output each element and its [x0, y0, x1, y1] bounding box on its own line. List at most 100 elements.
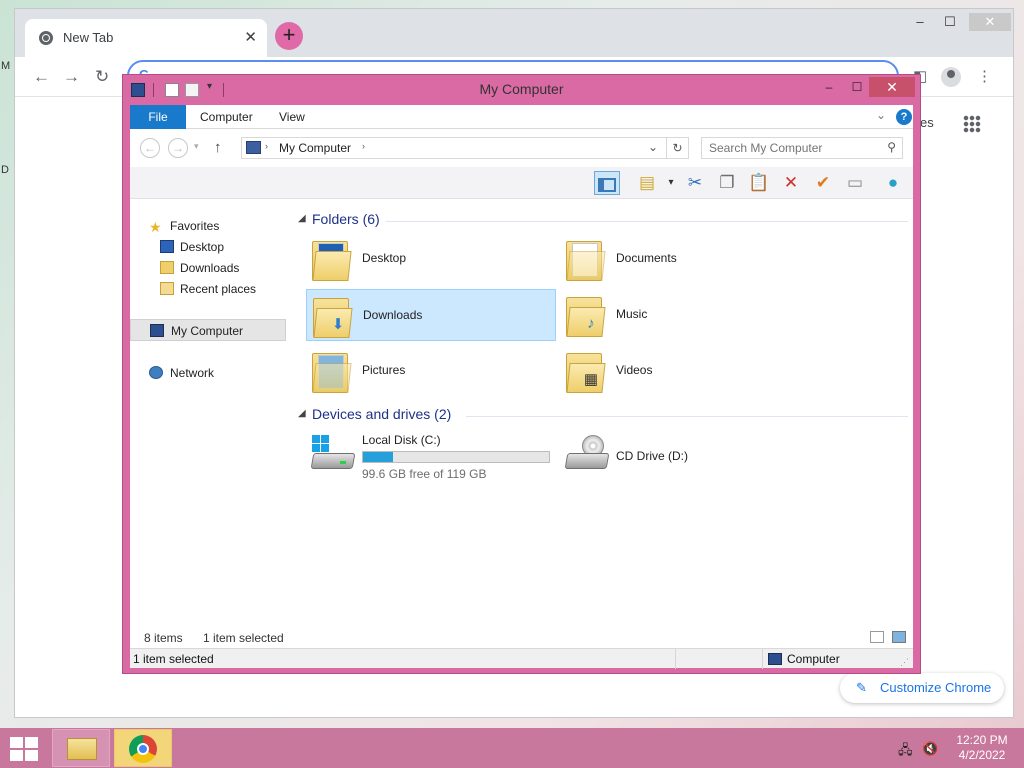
folder-name: Downloads	[363, 308, 423, 322]
folder-icon: ▦	[566, 351, 606, 395]
refresh-icon[interactable]: ↻	[666, 138, 688, 158]
chrome-close-button[interactable]: ✕	[969, 13, 1011, 31]
desktop-icon	[160, 240, 174, 253]
chrome-maximize-button[interactable]: ☐	[935, 13, 965, 31]
status-separator	[675, 649, 676, 669]
back-arrow-icon[interactable]: ←	[33, 67, 50, 87]
chevron-right-icon[interactable]: ›	[362, 141, 365, 151]
google-apps-icon[interactable]	[963, 115, 981, 133]
chevron-down-icon[interactable]: ⌄	[648, 140, 658, 154]
recent-locations-icon[interactable]: ▾	[194, 141, 199, 152]
recent-places-icon	[160, 282, 174, 295]
nav-favorite-desktop[interactable]: Desktop	[130, 236, 286, 258]
taskbar: 🖧 🔇 12:20 PM 4/2/2022	[0, 728, 1024, 768]
copy-icon[interactable]: ❐	[714, 171, 740, 195]
folder-tile-pictures[interactable]: Pictures	[306, 345, 556, 397]
folder-tile-documents[interactable]: Documents	[560, 233, 810, 285]
taskbar-clock[interactable]: 12:20 PM 4/2/2022	[950, 733, 1014, 763]
new-tab-button[interactable]: +	[275, 22, 303, 50]
globe-icon[interactable]: ●	[880, 171, 906, 195]
close-button[interactable]: ✕	[869, 77, 915, 97]
music-note-icon: ♪	[587, 315, 595, 332]
chrome-icon-center	[137, 743, 149, 755]
select-icon[interactable]: ▤	[634, 171, 660, 195]
collapse-triangle-icon[interactable]: ◢	[298, 213, 306, 224]
address-bar[interactable]: › My Computer › ⌄ ↻	[241, 137, 689, 159]
explorer-title-bar[interactable]: ▾ My Computer – ☐ ✕	[123, 75, 920, 104]
folder-tile-videos[interactable]: ▦ Videos	[560, 345, 810, 397]
customize-chrome-button[interactable]: ✎ Customize Chrome	[840, 673, 1004, 703]
drive-tile-local-disk-c[interactable]: Local Disk (C:) 99.6 GB free of 119 GB	[306, 429, 556, 481]
drive-name: Local Disk (C:)	[362, 433, 441, 447]
nav-favorites[interactable]: ★ Favorites	[130, 215, 286, 237]
group-divider	[466, 416, 908, 417]
nav-favorite-downloads[interactable]: Downloads	[130, 257, 286, 279]
windows-start-icon[interactable]	[8, 736, 40, 762]
search-input[interactable]	[702, 138, 872, 158]
folder-icon: ♪	[566, 295, 606, 339]
desktop-edge-text: M	[1, 60, 11, 72]
tab-computer[interactable]: Computer	[200, 105, 253, 129]
nav-my-computer[interactable]: My Computer	[130, 319, 286, 341]
computer-icon	[246, 141, 261, 154]
forward-arrow-icon[interactable]: →	[168, 138, 188, 158]
checkmark-icon[interactable]: ✔	[810, 171, 836, 195]
rename-icon[interactable]: ▭	[842, 171, 868, 195]
network-tray-icon[interactable]: 🖧	[898, 741, 913, 763]
group-header-folders[interactable]: ◢ Folders (6)	[296, 211, 908, 231]
details-view-icon[interactable]	[870, 631, 884, 643]
expand-ribbon-icon[interactable]: ⌄	[876, 108, 886, 122]
network-icon	[149, 366, 163, 379]
tab-file[interactable]: File	[130, 105, 186, 129]
minimize-button[interactable]: –	[817, 77, 841, 97]
nav-favorites-label: Favorites	[170, 219, 220, 233]
star-icon: ★	[149, 219, 162, 235]
maximize-button[interactable]: ☐	[845, 77, 869, 97]
large-icons-view-icon[interactable]	[892, 631, 906, 643]
download-arrow-icon: ⬇	[331, 316, 345, 333]
preview-pane-icon[interactable]	[594, 171, 620, 195]
taskbar-chrome-button[interactable]	[114, 729, 172, 767]
computer-icon	[150, 324, 164, 337]
cut-icon[interactable]: ✂	[682, 171, 708, 195]
command-toolbar: ▤ ▾ ✂ ❐ 📋 ✕ ✔ ▭ ●	[130, 167, 913, 199]
folder-icon	[312, 351, 352, 395]
help-icon[interactable]: ?	[896, 109, 912, 125]
volume-muted-icon[interactable]: 🔇	[922, 741, 938, 757]
folder-name: Music	[616, 307, 648, 321]
cd-drive-icon	[564, 435, 610, 475]
tab-view[interactable]: View	[279, 105, 305, 129]
folder-icon	[312, 239, 352, 283]
nav-network[interactable]: Network	[130, 362, 286, 384]
tab-close-icon[interactable]: ✕	[244, 28, 257, 46]
search-icon[interactable]: ⚲	[887, 140, 896, 154]
chrome-minimize-button[interactable]: –	[905, 13, 935, 31]
folder-tile-desktop[interactable]: Desktop	[306, 233, 556, 285]
explorer-window: ▾ My Computer – ☐ ✕ File Computer View ⌄…	[122, 74, 921, 674]
profile-avatar-icon[interactable]	[941, 67, 961, 87]
folder-name: Pictures	[362, 363, 406, 377]
up-arrow-icon[interactable]: ↑	[214, 139, 222, 156]
forward-arrow-icon[interactable]: →	[63, 67, 80, 87]
ntp-link-text[interactable]: es	[920, 115, 934, 130]
nav-favorite-recent-places[interactable]: Recent places	[130, 278, 286, 300]
paste-icon[interactable]: 📋	[746, 171, 772, 195]
group-header-drives[interactable]: ◢ Devices and drives (2)	[296, 406, 908, 426]
folder-icon: ⬇	[313, 296, 353, 340]
delete-icon[interactable]: ✕	[778, 171, 804, 195]
drive-tile-cd-drive-d[interactable]: CD Drive (D:)	[560, 429, 810, 481]
tab-new-tab[interactable]: New Tab ✕	[25, 19, 267, 57]
chevron-right-icon: ›	[265, 141, 268, 151]
back-arrow-icon[interactable]: ←	[140, 138, 160, 158]
nav-item-label: Desktop	[180, 240, 225, 254]
status-location-text: Computer	[787, 652, 840, 666]
resize-grip-icon[interactable]: ⋰	[900, 657, 909, 668]
reload-icon[interactable]: ↻	[95, 67, 109, 87]
menu-kebab-icon[interactable]: ⋮	[977, 67, 992, 85]
taskbar-file-explorer-button[interactable]	[52, 729, 110, 767]
folder-tile-downloads[interactable]: ⬇ Downloads	[306, 289, 556, 341]
collapse-triangle-icon[interactable]: ◢	[298, 408, 306, 419]
nav-item-label: Network	[170, 366, 215, 380]
folder-tile-music[interactable]: ♪ Music	[560, 289, 810, 341]
select-dropdown-icon[interactable]: ▾	[658, 171, 684, 195]
